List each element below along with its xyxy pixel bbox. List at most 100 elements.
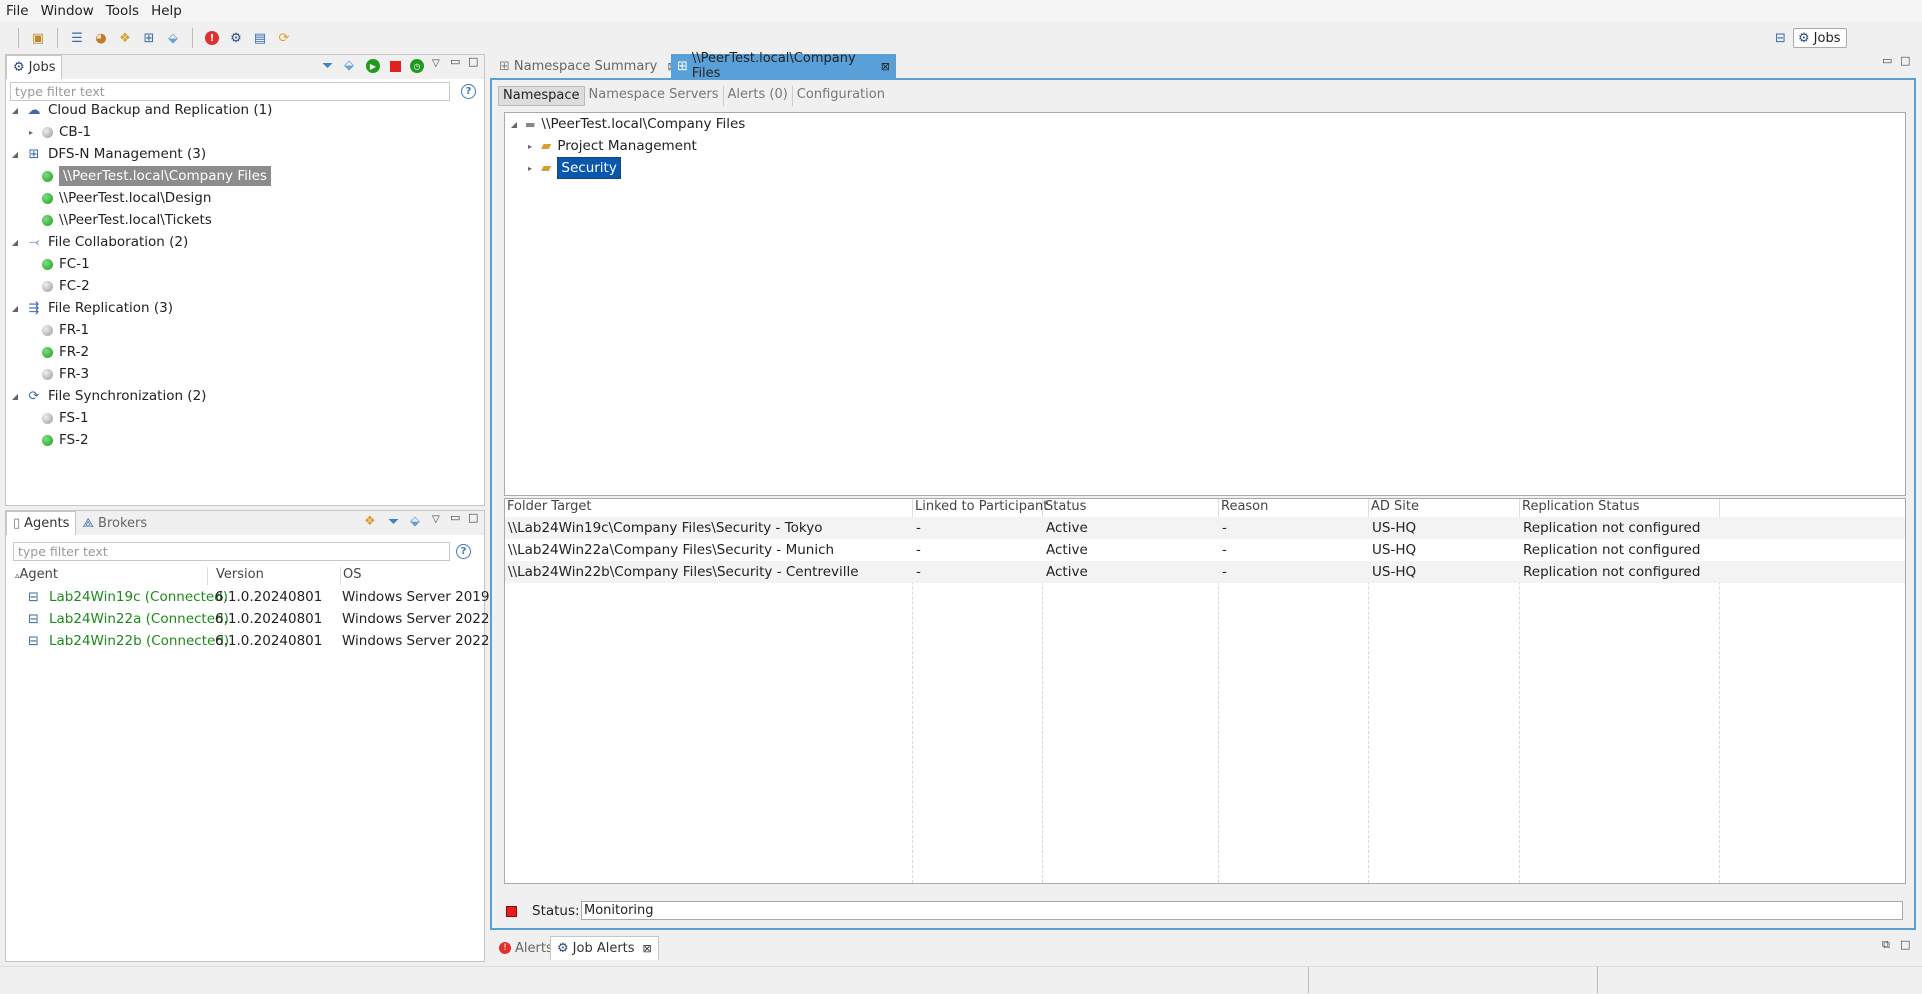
job-category[interactable]: ◢ ⟳ File Synchronization (2)	[10, 385, 207, 407]
maximize-icon[interactable]: □	[468, 511, 478, 524]
minimize-icon[interactable]: ▭	[450, 55, 460, 68]
col-linked[interactable]: Linked to Participant	[913, 499, 1048, 517]
new-window-icon[interactable]: ▣	[29, 29, 47, 47]
tab-company-files[interactable]: ⊞ \\PeerTest.local\Company Files ⊠	[671, 51, 896, 81]
restore-icon[interactable]: ⧉	[1882, 938, 1890, 952]
search-servers-icon[interactable]: ⊞	[140, 29, 158, 47]
stop-icon[interactable]	[390, 61, 401, 72]
subtab-alerts[interactable]: Alerts (0)	[724, 86, 793, 106]
job-item[interactable]: FC-1	[26, 253, 90, 275]
stop-icon[interactable]	[506, 906, 517, 917]
status-grey-icon	[42, 368, 53, 380]
expand-toggle-icon[interactable]: ◢	[10, 150, 20, 159]
globe-icon[interactable]: ◕	[92, 29, 110, 47]
tag-icon[interactable]: ⬙	[164, 29, 182, 47]
col-ad-site[interactable]: AD Site	[1369, 499, 1520, 517]
job-item[interactable]: FR-2	[26, 341, 89, 363]
gear-icon: ⚙	[13, 60, 25, 75]
subtab-configuration[interactable]: Configuration	[793, 86, 889, 106]
status-grey-icon	[42, 324, 53, 336]
tag-icon[interactable]: ⬙	[410, 514, 420, 529]
job-item[interactable]: FS-2	[26, 429, 89, 451]
status-divider	[1308, 967, 1309, 993]
expand-toggle-icon[interactable]: ◢	[10, 106, 20, 115]
tree-item-project-management[interactable]: ▸ ▰ Project Management	[525, 135, 697, 157]
subtab-namespace-servers[interactable]: Namespace Servers	[585, 86, 724, 106]
status-green-icon	[42, 214, 53, 226]
tab-alerts[interactable]: ! Alerts	[493, 936, 559, 960]
expand-toggle-icon[interactable]: ◢	[10, 238, 20, 247]
tab-job-alerts[interactable]: ⚙ Job Alerts ⊠	[550, 936, 659, 960]
clipboard-icon[interactable]: ▤	[251, 29, 269, 47]
agent-version: 6.1.0.20240801	[215, 611, 323, 627]
subtab-namespace[interactable]: Namespace	[498, 86, 585, 106]
col-replication-status[interactable]: Replication Status	[1520, 499, 1720, 517]
menu-tools[interactable]: Tools	[100, 3, 145, 19]
open-perspective-icon[interactable]: ⊟	[1775, 31, 1786, 46]
schedule-icon[interactable]: ◷	[410, 59, 424, 73]
job-category[interactable]: ◢ ⇶ File Replication (3)	[10, 297, 173, 319]
menu-help[interactable]: Help	[145, 3, 188, 19]
col-agent[interactable]: ▵Agent	[13, 567, 208, 585]
filter-icon[interactable]: ⏷	[322, 58, 333, 74]
close-icon[interactable]: ⊠	[881, 60, 890, 73]
expand-toggle-icon[interactable]: ◢	[10, 392, 20, 401]
job-category[interactable]: ◢ ⊞ DFS-N Management (3)	[10, 143, 206, 165]
expand-toggle-icon[interactable]: ◢	[509, 120, 519, 129]
menu-window[interactable]: Window	[35, 3, 100, 19]
tab-jobs[interactable]: ⚙ Jobs	[6, 55, 63, 79]
job-category[interactable]: ◢ ☁ Cloud Backup and Replication (1)	[10, 99, 273, 121]
job-category[interactable]: ◢ ⤙ File Collaboration (2)	[10, 231, 188, 253]
collapsed-toggle-icon[interactable]: ▸	[525, 164, 535, 173]
collapsed-toggle-icon[interactable]: ▸	[525, 142, 535, 151]
view-list-icon[interactable]: ☰	[68, 29, 86, 47]
expand-toggle-icon[interactable]: ◢	[10, 304, 20, 313]
tab-agents[interactable]: ▯ Agents	[6, 511, 77, 535]
namespace-tree: ◢ ▬ \\PeerTest.local\Company Files ▸ ▰ P…	[504, 112, 1906, 496]
help-icon[interactable]: ?	[456, 544, 471, 559]
tree-root[interactable]: ◢ ▬ \\PeerTest.local\Company Files	[509, 113, 745, 135]
job-item[interactable]: \\PeerTest.local\Design	[26, 187, 211, 209]
folder-target-cell: \\Lab24Win22a\Company Files\Security - M…	[508, 542, 835, 558]
alert-icon[interactable]: !	[203, 29, 221, 47]
agents-icon[interactable]: ❖	[116, 29, 134, 47]
maximize-icon[interactable]: □	[468, 55, 478, 68]
job-item[interactable]: ▸ CB-1	[26, 121, 91, 143]
tab-namespace-summary[interactable]: ⊞ Namespace Summary ⊠	[493, 54, 683, 78]
menu-file[interactable]: File	[0, 3, 35, 19]
tree-item-security[interactable]: ▸ ▰ Security	[525, 157, 621, 179]
perspective-jobs-button[interactable]: ⚙ Jobs	[1793, 28, 1847, 48]
view-menu-icon[interactable]: ▽	[432, 514, 440, 525]
col-folder-target[interactable]: Folder Target	[505, 499, 913, 517]
tab-brokers[interactable]: ⟁ Brokers	[76, 511, 153, 535]
help-icon[interactable]: ?	[461, 84, 476, 99]
job-item[interactable]: \\PeerTest.local\Company Files	[26, 165, 271, 187]
gear-icon[interactable]: ⚙	[227, 29, 245, 47]
minimize-icon[interactable]: ▭	[1882, 54, 1892, 67]
job-item[interactable]: FR-1	[26, 319, 89, 341]
status-green-icon	[42, 434, 53, 446]
job-item[interactable]: FS-1	[26, 407, 89, 429]
col-reason[interactable]: Reason	[1219, 499, 1369, 517]
agents-filter-input[interactable]: type filter text	[13, 542, 450, 561]
filter-icon[interactable]: ⏷	[388, 514, 399, 530]
namespace-icon: ⊞	[499, 58, 510, 74]
start-icon[interactable]: ▶	[366, 59, 380, 73]
close-icon[interactable]: ⊠	[643, 942, 652, 955]
view-menu-icon[interactable]: ▽	[432, 58, 440, 69]
maximize-icon[interactable]: □	[1900, 54, 1910, 67]
job-item[interactable]: FC-2	[26, 275, 90, 297]
agents-icon[interactable]: ❖	[364, 514, 376, 529]
col-os[interactable]: OS	[341, 567, 481, 585]
col-status[interactable]: Status	[1043, 499, 1219, 517]
refresh-icon[interactable]: ⟳	[275, 29, 293, 47]
minimize-icon[interactable]: ▭	[450, 511, 460, 524]
job-item[interactable]: FR-3	[26, 363, 89, 385]
tree-item-label: Security	[557, 157, 621, 179]
collapsed-toggle-icon[interactable]: ▸	[26, 128, 36, 137]
maximize-icon[interactable]: □	[1900, 938, 1910, 951]
col-version[interactable]: Version	[214, 567, 341, 585]
status-grey-icon	[42, 412, 53, 424]
job-item[interactable]: \\PeerTest.local\Tickets	[26, 209, 212, 231]
tag-icon[interactable]: ⬙	[344, 58, 354, 73]
